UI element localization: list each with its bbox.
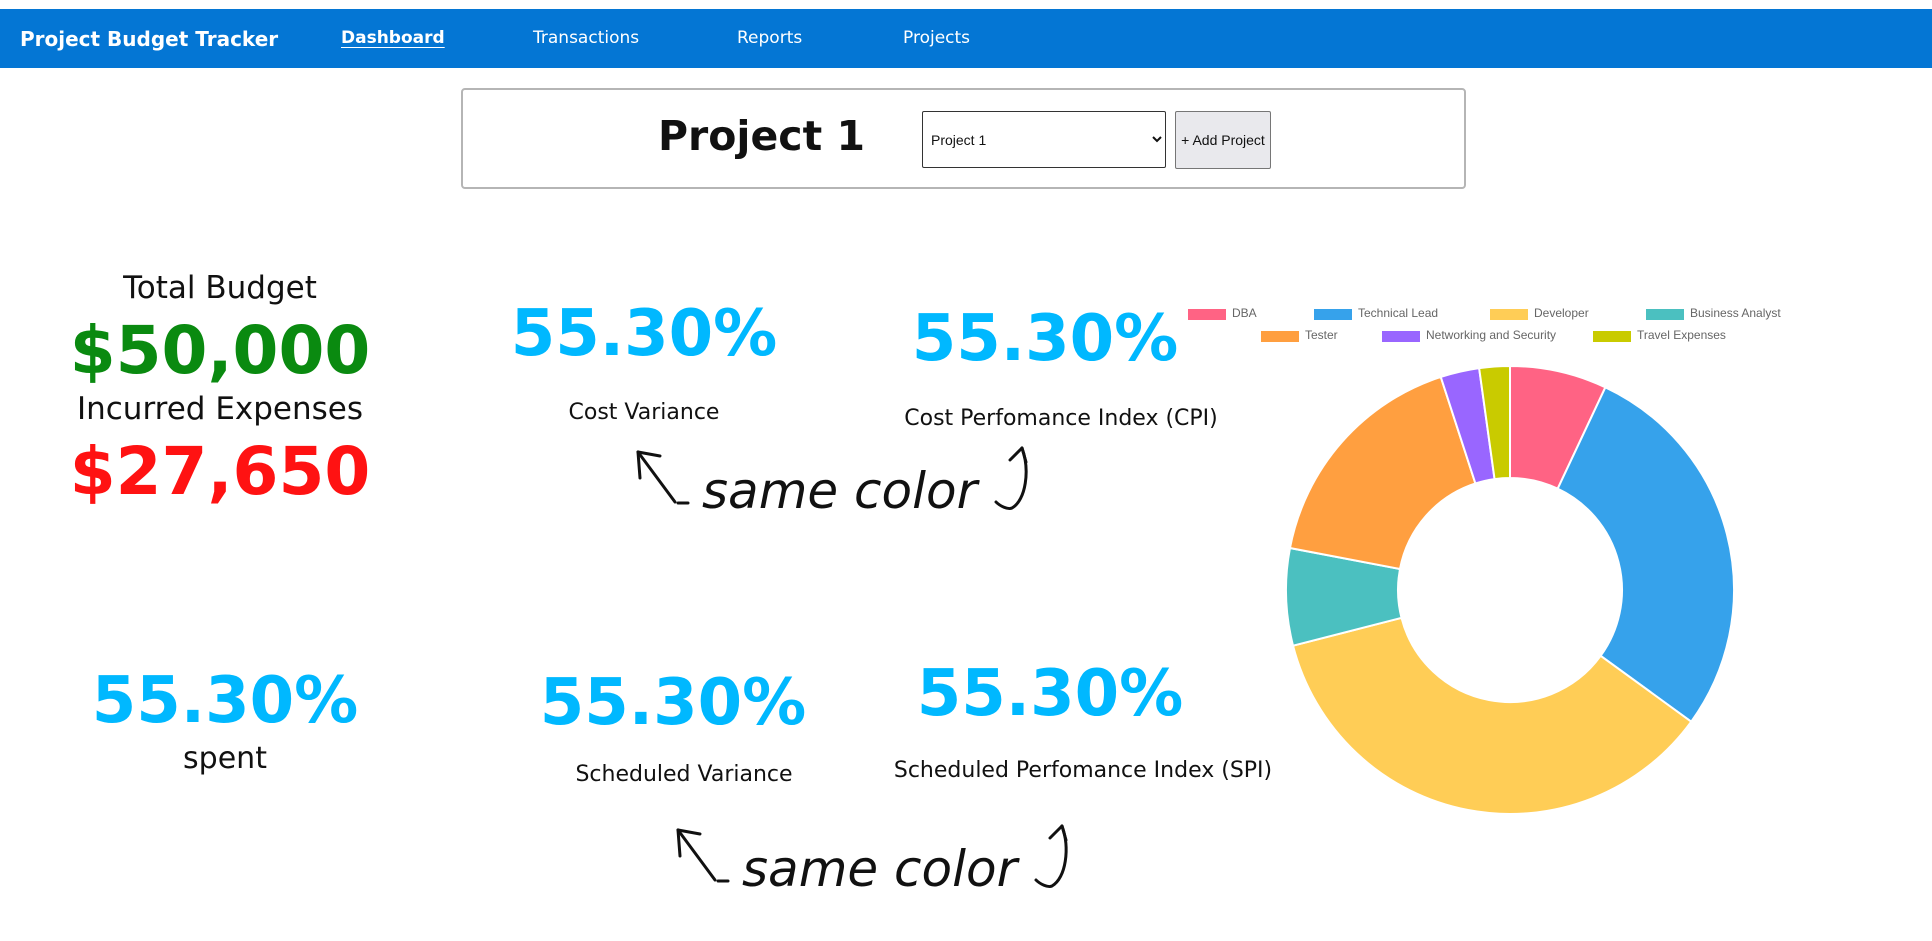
- window-top-strip: [0, 0, 1932, 9]
- project-select[interactable]: Project 1: [922, 111, 1166, 168]
- scheduled-variance-value: 55.30%: [539, 666, 807, 740]
- handwritten-annotation-bottom: same color: [670, 818, 1130, 918]
- nav-dashboard[interactable]: Dashboard: [341, 28, 445, 48]
- handwritten-annotation-top: same color: [630, 440, 1090, 540]
- navbar: Project Budget Tracker Dashboard Transac…: [0, 9, 1932, 68]
- project-title: Project 1: [658, 112, 866, 160]
- handwritten-arrows-bottom: same color: [676, 824, 1068, 898]
- cost-variance-label: Cost Variance: [568, 400, 720, 425]
- total-budget-value: $50,000: [69, 312, 371, 389]
- cost-variance-value: 55.30%: [510, 297, 778, 371]
- cpi-value: 55.30%: [911, 302, 1179, 376]
- legend-label[interactable]: DBA: [1232, 306, 1257, 320]
- scheduled-variance-label: Scheduled Variance: [575, 762, 793, 787]
- donut-slice-technical-lead[interactable]: [1556, 385, 1735, 724]
- donut-slice-tester[interactable]: [1288, 375, 1477, 571]
- spi-label: Scheduled Perfomance Index (SPI): [893, 758, 1273, 783]
- donut-chart-svg: [1285, 364, 1735, 815]
- spent-percentage: 55.30%: [91, 664, 359, 738]
- spi-value: 55.30%: [916, 657, 1184, 731]
- annotation-text-top: same color: [702, 462, 981, 520]
- nav-transactions[interactable]: Transactions: [533, 28, 639, 48]
- total-budget-label: Total Budget: [123, 270, 317, 306]
- handwritten-arrows-top: same color: [636, 446, 1028, 520]
- cpi-label: Cost Perfomance Index (CPI): [904, 406, 1218, 431]
- incurred-expenses-value: $27,650: [69, 433, 371, 510]
- app-title: Project Budget Tracker: [20, 27, 279, 51]
- nav-projects[interactable]: Projects: [903, 28, 970, 48]
- expense-breakdown-chart: DBA Technical Lead Developer Business Analy…: [1188, 306, 1781, 826]
- spent-label: spent: [183, 741, 267, 776]
- incurred-expenses-label: Incurred Expenses: [76, 391, 364, 427]
- project-selector-card: Project 1 Project 1 + Add Project: [461, 88, 1466, 189]
- nav-reports[interactable]: Reports: [737, 28, 802, 48]
- annotation-text-bottom: same color: [742, 840, 1021, 898]
- legend-swatch[interactable]: [1188, 309, 1226, 320]
- add-project-button[interactable]: + Add Project: [1175, 111, 1271, 169]
